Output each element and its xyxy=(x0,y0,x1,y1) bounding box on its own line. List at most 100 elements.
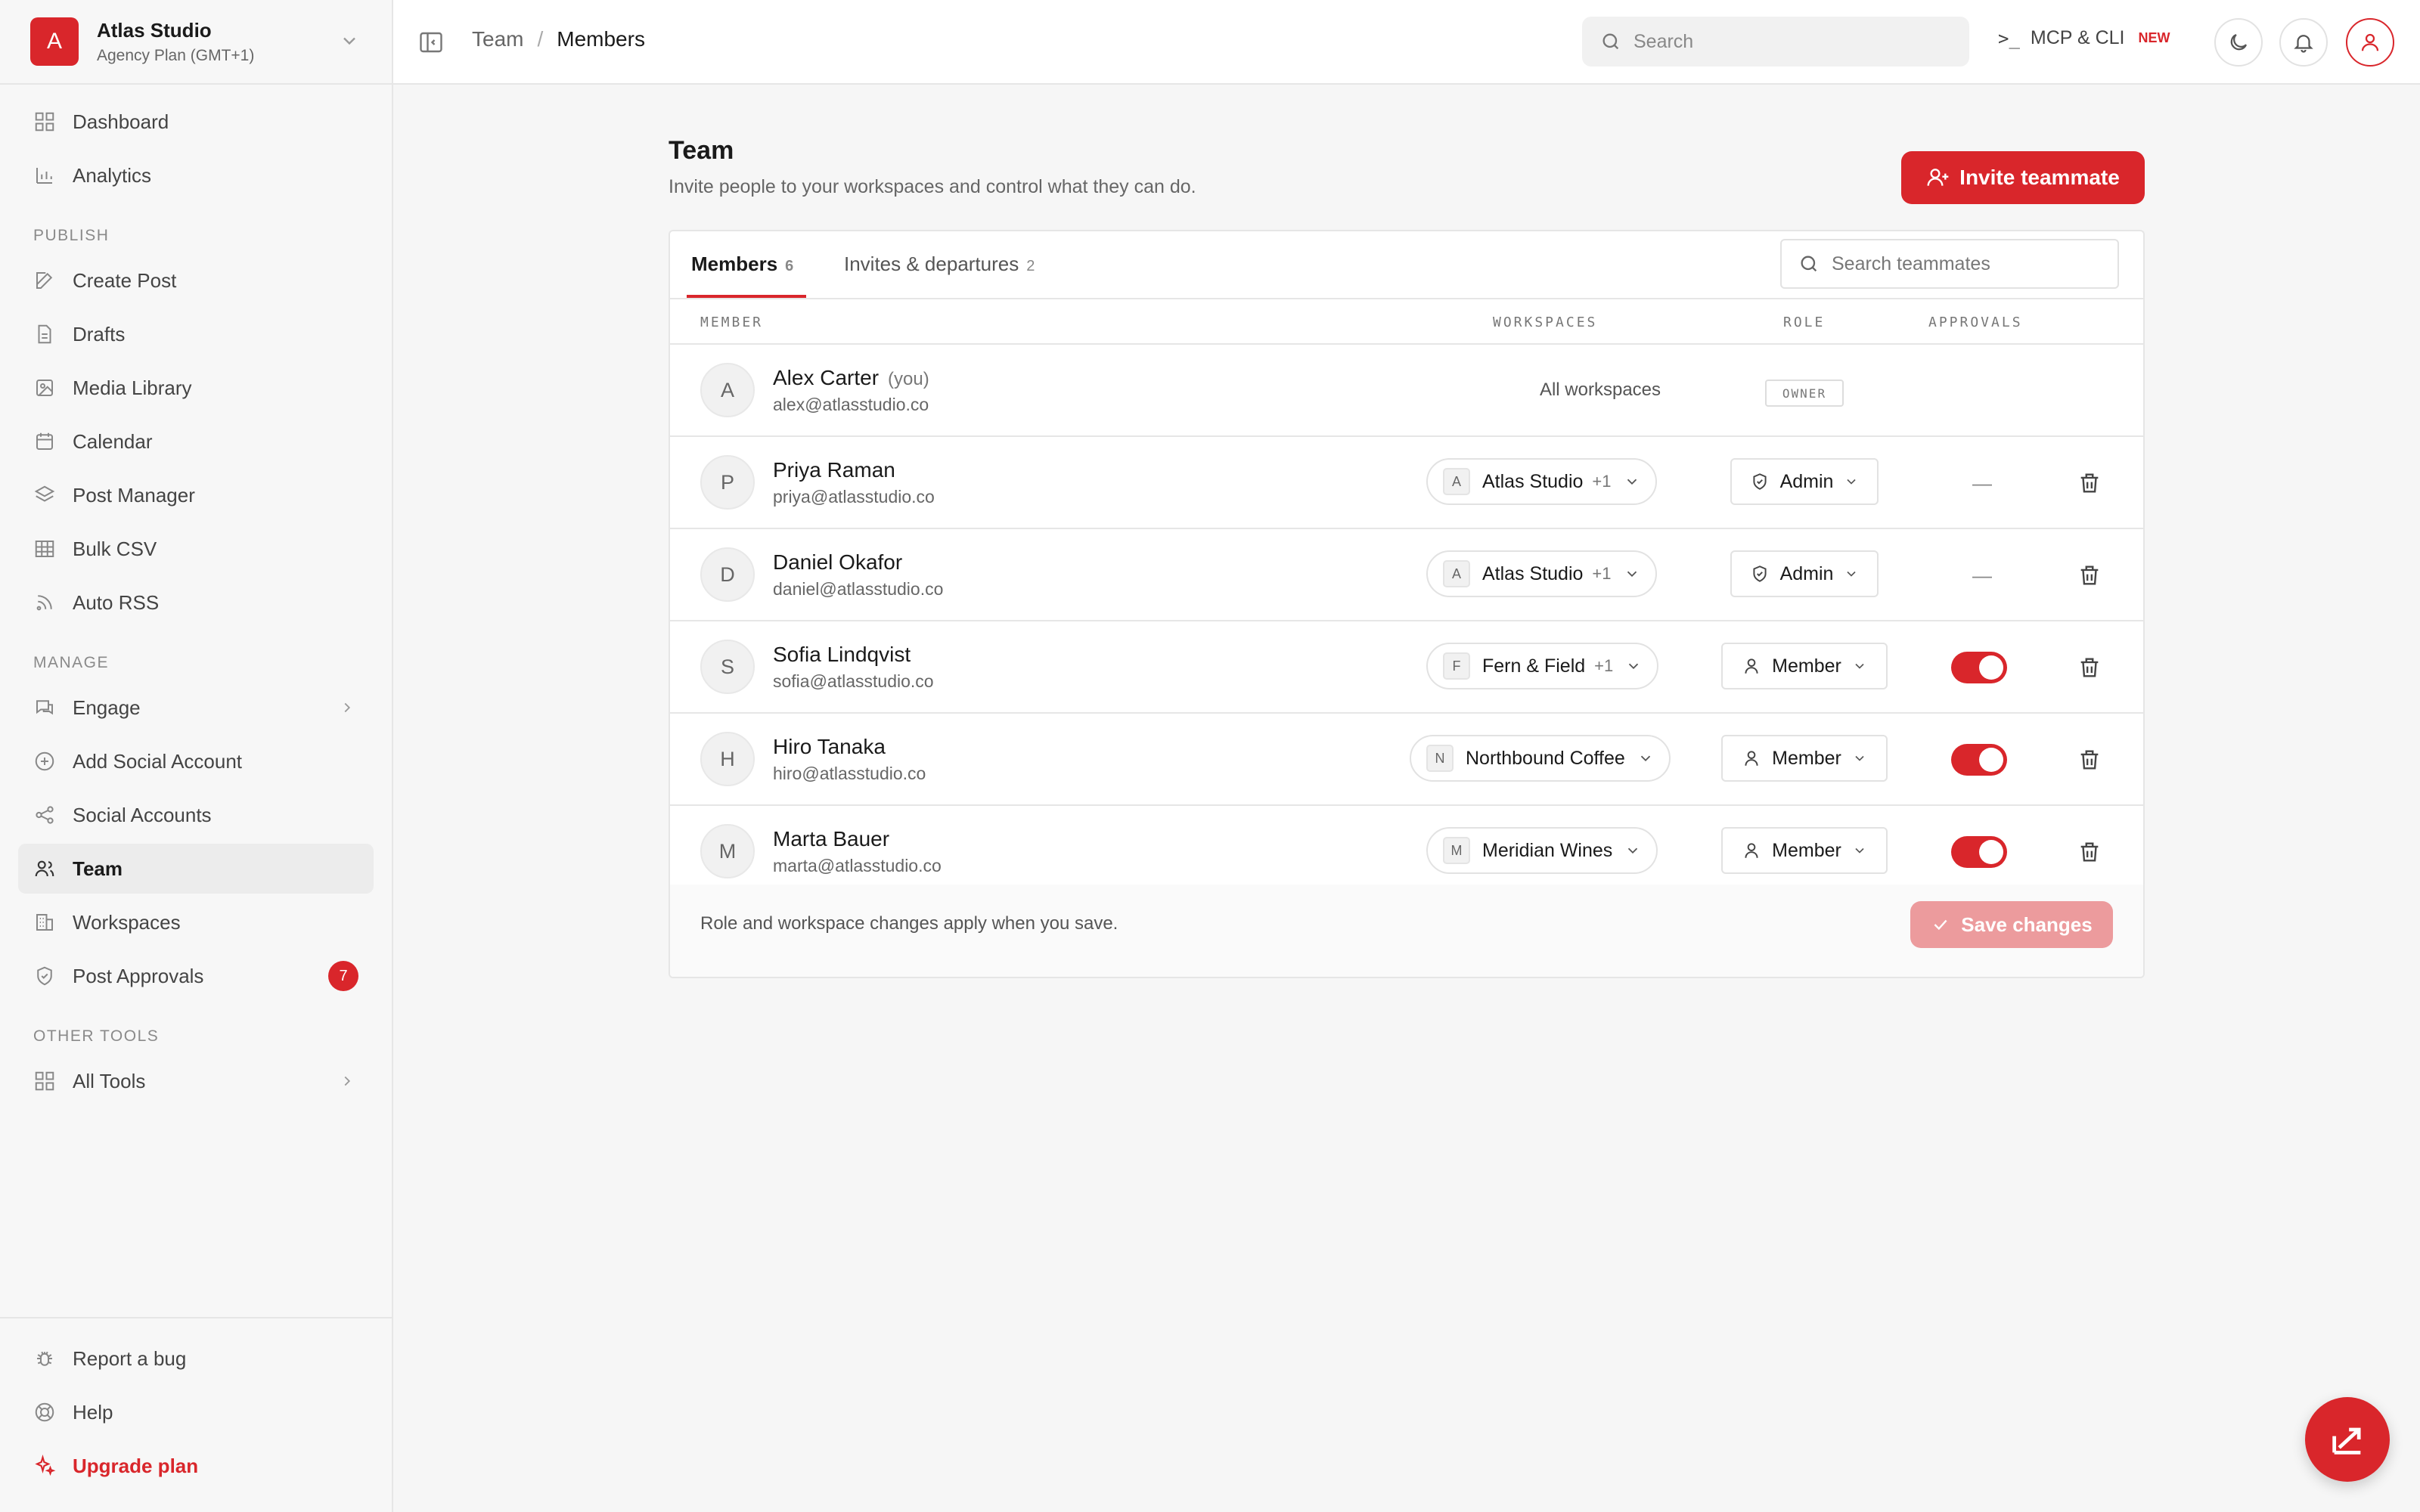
workspace-extra-count: +1 xyxy=(1592,472,1612,491)
building-icon xyxy=(36,914,53,931)
workspace-select[interactable]: M Meridian Wines xyxy=(1426,827,1658,874)
sidebar-item-bulk-csv[interactable]: Bulk CSV xyxy=(18,524,374,574)
role-label: Admin xyxy=(1779,562,1834,584)
approvals-toggle[interactable] xyxy=(1951,836,2007,868)
users-icon xyxy=(35,860,54,877)
owner-badge: OWNER xyxy=(1765,380,1844,407)
shield-icon xyxy=(1753,473,1767,490)
sidebar-item-post-approvals[interactable]: Post Approvals 7 xyxy=(18,951,374,1001)
trash-icon[interactable] xyxy=(2077,562,2102,588)
notifications-button[interactable] xyxy=(2279,18,2328,67)
sidebar-item-label: Analytics xyxy=(73,163,152,187)
theme-toggle-button[interactable] xyxy=(2214,18,2263,67)
column-header-approvals: APPROVALS xyxy=(1928,314,2023,330)
user-menu-button[interactable] xyxy=(2346,18,2394,67)
sidebar-item-workspaces[interactable]: Workspaces xyxy=(18,897,374,947)
mcp-cli-link[interactable]: >_ MCP & CLI NEW xyxy=(1998,27,2170,49)
team-members-card: Members 6 Invites & departures 2 Search te… xyxy=(669,230,2145,978)
approvals-toggle[interactable] xyxy=(1951,744,2007,776)
search-placeholder: Search xyxy=(1634,30,1694,52)
sidebar-item-engage[interactable]: Engage xyxy=(18,683,374,733)
workspace-select[interactable]: F Fern & Field +1 xyxy=(1426,643,1659,689)
tab-invites-departures[interactable]: Invites & departures 2 xyxy=(844,253,1035,276)
sidebar-item-post-manager[interactable]: Post Manager xyxy=(18,470,374,520)
sidebar-item-label: Workspaces xyxy=(73,910,181,934)
sidebar-item-calendar[interactable]: Calendar xyxy=(18,417,374,466)
table-row: S Sofia Lindqvist sofia@atlasstudio.co F… xyxy=(670,621,2143,714)
sidebar-item-dashboard[interactable]: Dashboard xyxy=(18,97,374,147)
trend-up-icon xyxy=(2332,1427,2361,1455)
chat-icon xyxy=(36,700,53,715)
workspace-letter: M xyxy=(1443,837,1470,864)
workspace-select[interactable]: A Atlas Studio +1 xyxy=(1426,550,1657,597)
member-name: Priya Raman xyxy=(773,458,895,482)
approvals-not-applicable: — xyxy=(1972,472,1992,494)
chevron-down-icon xyxy=(1629,663,1639,670)
global-search-input[interactable]: Search xyxy=(1582,17,1969,67)
avatar: P xyxy=(700,455,755,510)
you-label: (you) xyxy=(888,369,929,389)
tab-label: Invites & departures xyxy=(844,253,1019,275)
role-select[interactable]: Admin xyxy=(1730,550,1879,597)
workspace-select[interactable]: N Northbound Coffee xyxy=(1410,735,1671,782)
member-name: Daniel Okafor xyxy=(773,550,903,574)
role-select[interactable]: Member xyxy=(1721,643,1888,689)
toggle-knob xyxy=(1979,655,2003,680)
search-teammates-input[interactable]: Search teammates xyxy=(1780,239,2119,289)
role-select[interactable]: Admin xyxy=(1730,458,1879,505)
role-select[interactable]: Member xyxy=(1721,735,1888,782)
user-icon xyxy=(1745,658,1758,674)
sidebar-item-label: Add Social Account xyxy=(73,749,243,773)
member-email: sofia@atlasstudio.co xyxy=(773,671,934,691)
chevron-down-icon xyxy=(343,37,355,45)
sidebar-item-add-social-account[interactable]: Add Social Account xyxy=(18,736,374,786)
sidebar-item-social-accounts[interactable]: Social Accounts xyxy=(18,790,374,840)
workspace-letter: A xyxy=(1443,560,1470,587)
user-icon xyxy=(1745,843,1758,858)
shield-check-icon xyxy=(37,966,52,986)
trash-icon[interactable] xyxy=(2077,655,2102,680)
member-email: hiro@atlasstudio.co xyxy=(773,764,926,783)
breadcrumb-parent[interactable]: Team xyxy=(472,27,523,51)
sidebar-toggle-icon[interactable] xyxy=(417,29,445,56)
tab-members[interactable]: Members 6 xyxy=(691,253,793,276)
save-changes-button[interactable]: Save changes xyxy=(1910,901,2113,948)
trash-icon[interactable] xyxy=(2077,747,2102,773)
sidebar-item-label: Report a bug xyxy=(73,1346,187,1370)
sidebar-item-drafts[interactable]: Drafts xyxy=(18,309,374,359)
save-hint: Role and workspace changes apply when yo… xyxy=(700,913,1118,934)
toggle-knob xyxy=(1979,840,2003,864)
user-icon xyxy=(2361,33,2379,51)
sidebar-item-help[interactable]: Help xyxy=(18,1387,374,1437)
sidebar-item-team[interactable]: Team xyxy=(18,844,374,894)
check-icon xyxy=(1934,919,1947,931)
trash-icon[interactable] xyxy=(2077,839,2102,865)
invite-teammate-button[interactable]: Invite teammate xyxy=(1901,151,2145,204)
table-row: D Daniel Okafor daniel@atlasstudio.co A … xyxy=(670,529,2143,621)
trash-icon[interactable] xyxy=(2077,470,2102,496)
chevron-down-icon xyxy=(1855,663,1864,669)
table-header: MEMBER WORKSPACES ROLE APPROVALS xyxy=(670,299,2143,345)
floating-action-button[interactable] xyxy=(2305,1397,2390,1482)
table-icon xyxy=(35,541,54,557)
role-select[interactable]: Member xyxy=(1721,827,1888,874)
sidebar-item-media-library[interactable]: Media Library xyxy=(18,363,374,413)
workspace-name: Northbound Coffee xyxy=(1466,747,1625,769)
sidebar-item-all-tools[interactable]: All Tools xyxy=(18,1056,374,1106)
card-footer: Role and workspace changes apply when yo… xyxy=(670,885,2143,977)
sidebar-item-report-bug[interactable]: Report a bug xyxy=(18,1334,374,1383)
sidebar-item-create-post[interactable]: Create Post xyxy=(18,256,374,305)
workspace-switcher[interactable]: A Atlas Studio Agency Plan (GMT+1) xyxy=(0,0,392,85)
section-label-other-tools: OTHER TOOLS xyxy=(33,1027,160,1045)
sidebar-item-label: Social Accounts xyxy=(73,803,212,826)
workspace-select[interactable]: A Atlas Studio +1 xyxy=(1426,458,1657,505)
sparkle-icon xyxy=(35,1455,56,1476)
sidebar-item-upgrade-plan[interactable]: Upgrade plan xyxy=(18,1441,374,1491)
workspace-name: Fern & Field xyxy=(1482,655,1586,677)
approvals-toggle[interactable] xyxy=(1951,652,2007,683)
calendar-icon xyxy=(36,432,53,450)
chevron-down-icon xyxy=(1847,571,1857,577)
sidebar-item-analytics[interactable]: Analytics xyxy=(18,150,374,200)
sidebar-item-auto-rss[interactable]: Auto RSS xyxy=(18,578,374,627)
chevron-down-icon xyxy=(1640,755,1650,762)
